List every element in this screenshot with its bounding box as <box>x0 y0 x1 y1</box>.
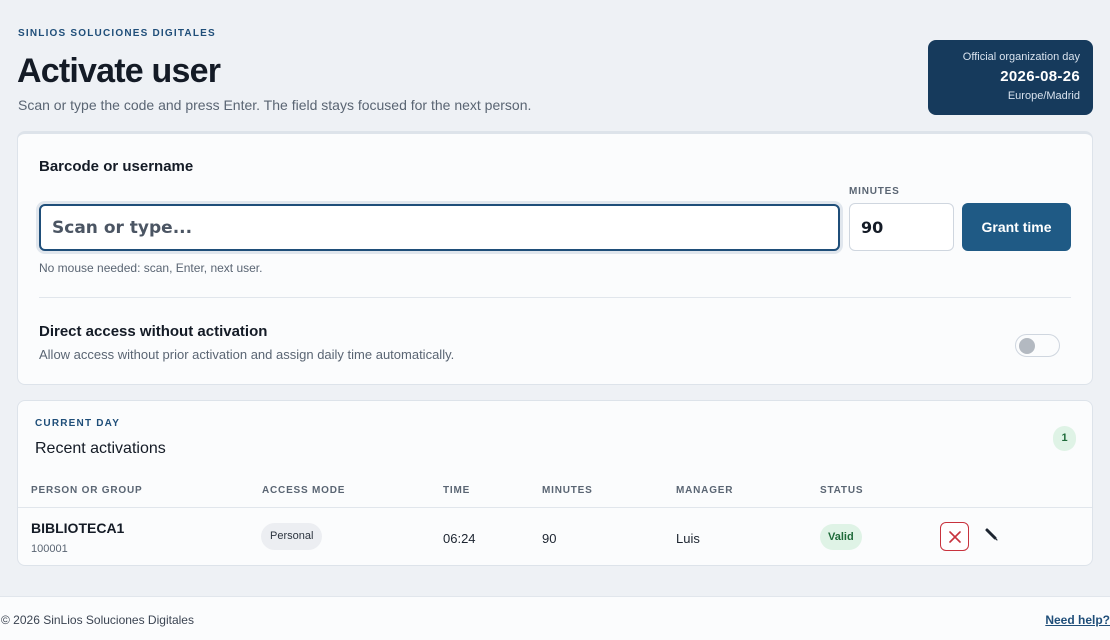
direct-access-toggle[interactable] <box>1015 334 1060 357</box>
grant-time-button[interactable]: Grant time <box>962 203 1071 251</box>
activation-minutes: 90 <box>542 531 557 546</box>
column-header-time: TIME <box>443 485 471 496</box>
org-day-date: 2026-08-26 <box>1000 68 1080 85</box>
page-title: Activate user <box>17 52 221 90</box>
minutes-input[interactable] <box>849 203 954 251</box>
close-icon <box>948 530 961 543</box>
table-divider <box>18 507 1092 508</box>
copyright-text: © 2026 SinLios Soluciones Digitales <box>1 613 194 627</box>
activation-count-badge: 1 <box>1053 426 1076 451</box>
page-subtitle: Scan or type the code and press Enter. T… <box>18 97 532 113</box>
help-link[interactable]: Need help? <box>1045 613 1110 627</box>
keyboard-hint: No mouse needed: scan, Enter, next user. <box>39 261 263 275</box>
page-footer: © 2026 SinLios Soluciones Digitales Need… <box>0 596 1110 640</box>
org-day-label: Official organization day <box>962 51 1080 63</box>
section-title: Recent activations <box>35 440 166 457</box>
direct-access-title: Direct access without activation <box>39 323 268 340</box>
section-label: CURRENT DAY <box>35 418 121 429</box>
column-header-status: STATUS <box>820 485 864 496</box>
org-day-panel: Official organization day 2026-08-26 Eur… <box>928 40 1093 115</box>
column-header-manager: MANAGER <box>676 485 734 496</box>
barcode-input[interactable] <box>39 204 840 251</box>
column-header-minutes: MINUTES <box>542 485 593 496</box>
toggle-knob <box>1019 338 1035 354</box>
access-mode-badge: Personal <box>261 523 323 550</box>
column-header-person: PERSON OR GROUP <box>31 485 143 496</box>
divider <box>39 297 1071 298</box>
person-name: BIBLIOTECA1 <box>31 520 125 536</box>
brand-name: SINLIOS SOLUCIONES DIGITALES <box>18 28 216 39</box>
status-badge: Valid <box>820 524 862 550</box>
column-header-access-mode: ACCESS MODE <box>262 485 346 496</box>
activate-card: Barcode or username MINUTES Grant time N… <box>17 131 1093 385</box>
minutes-label: MINUTES <box>849 186 900 197</box>
activation-time: 06:24 <box>443 531 476 546</box>
recent-activations-card: CURRENT DAY Recent activations 1 PERSON … <box>17 400 1093 566</box>
manager-name: Luis <box>676 531 700 546</box>
pencil-icon[interactable] <box>984 527 1000 543</box>
direct-access-description: Allow access without prior activation an… <box>39 347 455 362</box>
barcode-field-label: Barcode or username <box>39 158 194 175</box>
person-id: 100001 <box>31 543 68 555</box>
org-day-timezone: Europe/Madrid <box>1007 90 1080 102</box>
revoke-button[interactable] <box>940 522 969 551</box>
